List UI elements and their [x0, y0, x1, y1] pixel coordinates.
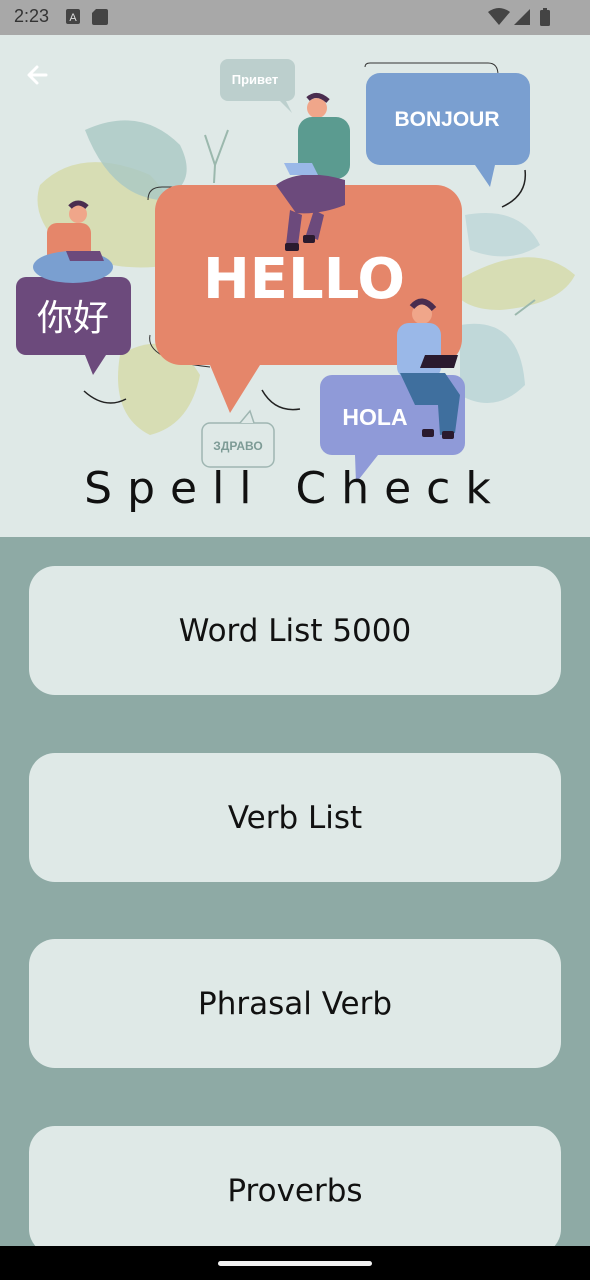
- page-title: Spell Check: [84, 463, 506, 514]
- greeting-zdravo: ЗДРАВО: [213, 439, 262, 453]
- status-bar: 2:23 A: [0, 0, 590, 35]
- menu-item-label: Verb List: [227, 799, 363, 836]
- svg-text:A: A: [69, 12, 77, 24]
- menu-list: Word List 5000 Verb List Phrasal Verb Pr…: [0, 537, 590, 1246]
- menu-item-phrasal-verb[interactable]: Phrasal Verb: [29, 939, 561, 1068]
- wifi-icon: [488, 8, 510, 25]
- menu-item-proverbs[interactable]: Proverbs: [29, 1126, 561, 1246]
- greeting-bonjour: BONJOUR: [394, 108, 499, 131]
- back-button[interactable]: [20, 57, 60, 93]
- greeting-hello: HELLO: [203, 247, 405, 312]
- navigation-bar: [0, 1246, 590, 1280]
- signal-icon: [514, 9, 530, 25]
- greeting-hola: HOLA: [342, 404, 407, 430]
- home-gesture-handle[interactable]: [218, 1261, 372, 1266]
- arrow-left-icon: [27, 65, 48, 85]
- status-left-icons: A: [66, 9, 108, 25]
- menu-item-label: Phrasal Verb: [198, 985, 392, 1022]
- sd-card-icon: [92, 9, 108, 25]
- menu-item-label: Word List 5000: [178, 612, 412, 649]
- font-icon: A: [66, 9, 80, 24]
- menu-item-label: Proverbs: [227, 1172, 363, 1209]
- greeting-nihao: 你好: [37, 298, 109, 339]
- menu-item-word-list-5000[interactable]: Word List 5000: [29, 566, 561, 695]
- header-illustration: Привет BONJOUR HELLO HOLA 你好 ЗДРАВО Spel…: [0, 35, 590, 537]
- battery-icon: [540, 8, 550, 26]
- menu-item-verb-list[interactable]: Verb List: [29, 753, 561, 882]
- status-time: 2:23: [14, 6, 50, 26]
- languages-illustration: Привет BONJOUR HELLO HOLA 你好 ЗДРАВО: [16, 59, 575, 483]
- status-right-icons: [488, 8, 550, 26]
- greeting-privet: Привет: [232, 72, 279, 87]
